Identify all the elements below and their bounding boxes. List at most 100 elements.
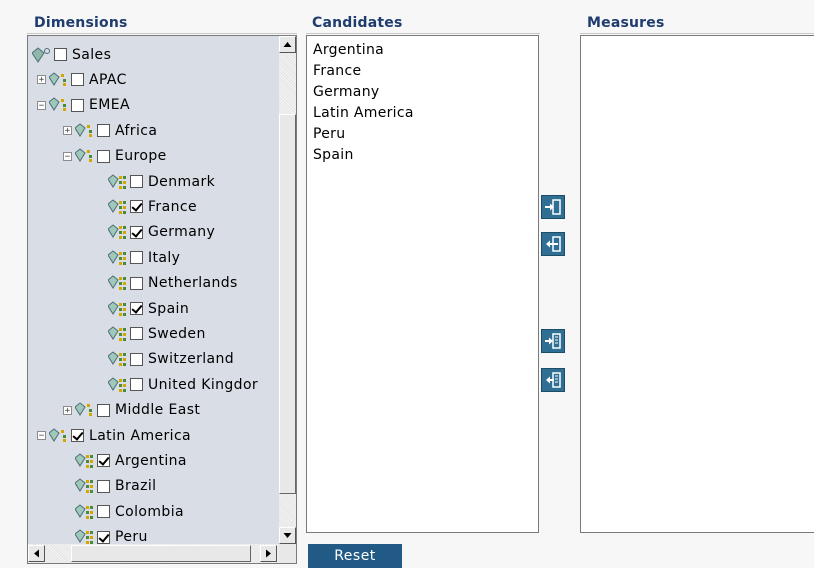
candidates-list[interactable]: Argentina France Germany Latin America Peru S… [306, 35, 539, 533]
level-icon [74, 123, 95, 139]
tree-node-label: Sales [72, 46, 112, 63]
checkbox-checked[interactable] [97, 530, 110, 544]
level-icon [74, 402, 95, 418]
tree-node[interactable]: Denmark [107, 169, 215, 194]
checkbox[interactable] [97, 479, 110, 493]
checkbox-checked[interactable] [130, 225, 143, 239]
checkbox-checked[interactable] [130, 200, 143, 214]
checkbox-checked[interactable] [71, 429, 84, 442]
remove-from-measures-icon [546, 236, 561, 252]
tree-node[interactable]: Sales [31, 42, 112, 67]
horizontal-scroll-thumb[interactable] [71, 545, 251, 562]
checkbox[interactable] [54, 48, 67, 61]
checkbox[interactable] [130, 276, 143, 290]
tree-node[interactable]: Italy [107, 245, 180, 270]
vertical-scrollbar[interactable] [279, 36, 296, 544]
expand-toggle[interactable]: + [37, 75, 46, 85]
hierarchy-root-icon [31, 46, 52, 63]
member-icon [107, 300, 128, 317]
level-icon [48, 72, 69, 88]
tree-node[interactable]: + Middle East [63, 398, 200, 423]
measures-list[interactable] [580, 35, 814, 533]
candidates-header-rule [306, 33, 540, 34]
checkbox[interactable] [130, 378, 143, 392]
arrow-left-icon [34, 549, 39, 558]
tree-node[interactable]: France [107, 194, 197, 219]
candidate-item[interactable]: Peru [313, 126, 345, 142]
level-icon [48, 97, 69, 113]
checkbox-checked[interactable] [97, 454, 110, 468]
tree-node[interactable]: Netherlands [107, 271, 238, 296]
add-all-button[interactable] [541, 329, 565, 353]
member-icon [74, 478, 95, 494]
tree-node-label: Latin America [89, 427, 192, 444]
tree-node[interactable]: Colombia [63, 499, 184, 524]
tree-node[interactable]: Spain [107, 296, 189, 321]
scroll-left-button[interactable] [28, 545, 45, 562]
add-to-measures-icon [545, 199, 561, 215]
tree-node-label: Argentina [115, 452, 187, 469]
candidate-item[interactable]: Germany [313, 84, 379, 100]
tree-node-label: Switzerland [148, 351, 235, 368]
tree-node[interactable]: − EMEA [37, 93, 130, 118]
checkbox[interactable] [97, 124, 110, 138]
tree-node[interactable]: + APAC [37, 67, 127, 92]
checkbox-checked[interactable] [130, 302, 143, 315]
checkbox[interactable] [130, 327, 143, 341]
remove-from-measures-button[interactable] [541, 232, 565, 256]
tree-node-label: EMEA [89, 97, 130, 114]
checkbox[interactable] [71, 73, 84, 87]
dimensions-tree[interactable]: Sales + APAC − EMEA + Africa − Europe Denmark Fran… [27, 35, 297, 564]
scroll-up-button[interactable] [279, 36, 296, 53]
tree-node[interactable]: Germany [107, 220, 216, 245]
collapse-toggle[interactable]: − [37, 100, 46, 110]
expand-toggle[interactable]: + [63, 405, 72, 415]
remove-all-button[interactable] [541, 368, 565, 392]
tree-node[interactable]: United Kingdor [107, 372, 258, 397]
tree-node[interactable]: Argentina [63, 448, 187, 473]
reset-button[interactable]: Reset [308, 544, 402, 568]
member-icon [74, 453, 95, 469]
collapse-toggle[interactable]: − [37, 431, 46, 441]
collapse-toggle[interactable]: − [63, 151, 72, 161]
tree-node[interactable]: Brazil [63, 474, 156, 499]
member-icon [107, 250, 128, 266]
tree-node[interactable]: − Latin America [37, 423, 191, 448]
vertical-scroll-thumb[interactable] [279, 114, 296, 494]
tree-node-label: Brazil [115, 478, 157, 495]
tree-node-label: APAC [89, 71, 127, 88]
checkbox[interactable] [97, 149, 110, 163]
tree-content: Sales + APAC − EMEA + Africa − Europe Denmark Fran… [28, 36, 279, 544]
member-icon [107, 377, 128, 393]
candidate-item[interactable]: Argentina [313, 42, 384, 58]
scroll-down-button[interactable] [279, 527, 296, 544]
tree-node-label: France [148, 198, 197, 215]
candidate-item[interactable]: Latin America [313, 105, 414, 121]
tree-node[interactable]: Sweden [107, 321, 206, 346]
expand-toggle[interactable]: + [63, 126, 72, 136]
tree-node[interactable]: − Europe [63, 144, 167, 169]
checkbox[interactable] [97, 403, 110, 417]
tree-node[interactable]: Switzerland [107, 347, 235, 372]
checkbox[interactable] [130, 251, 143, 265]
checkbox[interactable] [130, 175, 143, 188]
tree-node[interactable]: + Africa [63, 118, 157, 143]
checkbox[interactable] [71, 98, 84, 112]
dimensions-header-rule [27, 33, 297, 34]
tree-node[interactable]: Peru [63, 525, 148, 544]
add-all-icon [545, 333, 561, 349]
scroll-right-button[interactable] [260, 545, 277, 562]
tree-node-label: Peru [115, 529, 148, 544]
candidate-item[interactable]: Spain [313, 147, 354, 163]
arrow-down-icon [283, 533, 292, 538]
tree-node-label: Germany [148, 224, 216, 241]
horizontal-scrollbar[interactable] [28, 544, 279, 563]
arrow-up-icon [283, 42, 292, 47]
candidate-item[interactable]: France [313, 63, 361, 79]
tree-node-label: Netherlands [148, 275, 238, 292]
member-icon [74, 504, 95, 520]
tree-node-label: Sweden [148, 325, 206, 342]
checkbox[interactable] [97, 505, 110, 519]
add-to-measures-button[interactable] [541, 195, 565, 219]
checkbox[interactable] [130, 352, 143, 366]
